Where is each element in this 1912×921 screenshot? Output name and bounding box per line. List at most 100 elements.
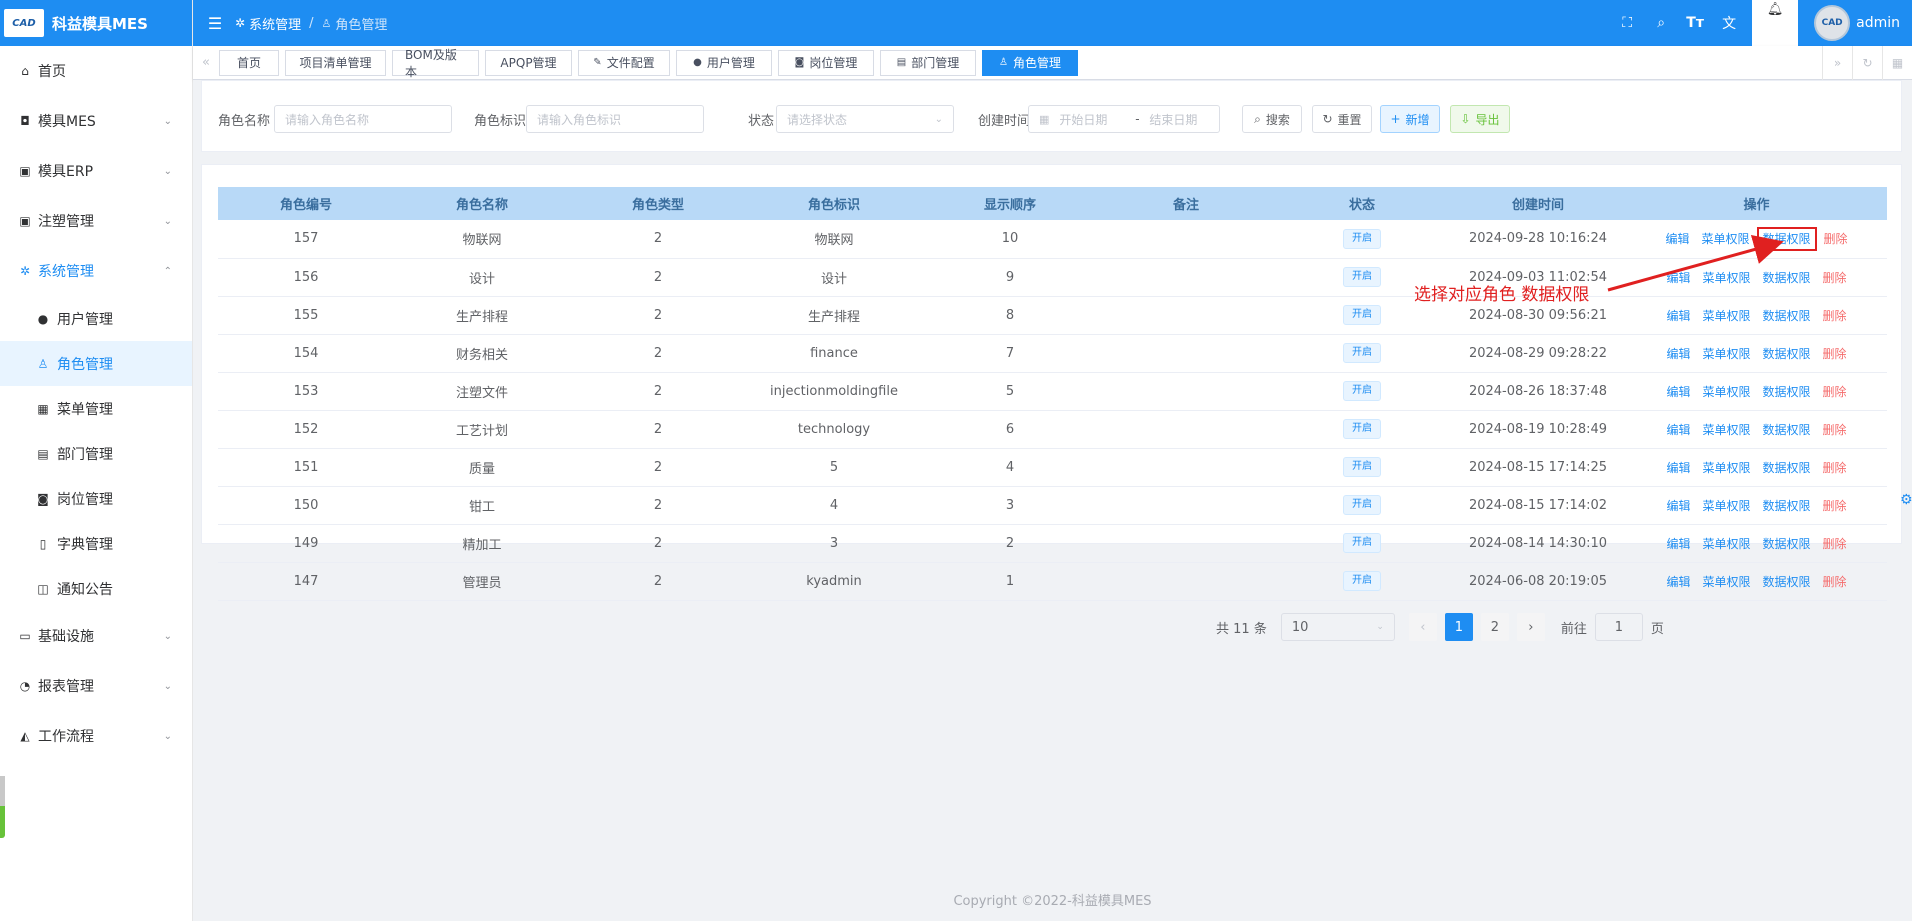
translate-icon[interactable]: 文 <box>1712 13 1746 33</box>
next-page-button[interactable]: › <box>1516 613 1545 641</box>
menu-permission-link[interactable]: 菜单权限 <box>1702 461 1750 475</box>
sidebar-item-injection[interactable]: ▣ 注塑管理 ⌄ <box>0 196 192 246</box>
sidebar-subitem-users[interactable]: ● 用户管理 <box>0 296 192 341</box>
tag-label: 文件配置 <box>606 56 655 70</box>
sidebar-item-reports[interactable]: ◔ 报表管理 ⌄ <box>0 661 192 711</box>
sidebar-item-mold-mes[interactable]: ◘ 模具MES ⌄ <box>0 96 192 146</box>
data-permission-link[interactable]: 数据权限 <box>1756 227 1817 252</box>
sidebar-subitem-roles[interactable]: ♙ 角色管理 <box>0 341 192 386</box>
goto-page-input[interactable]: 1 <box>1594 613 1643 641</box>
font-size-icon[interactable]: Tт <box>1678 15 1712 31</box>
hamburger-icon[interactable]: ☰ <box>205 13 225 33</box>
app-logo[interactable]: CAD 科益模具MES <box>0 0 192 46</box>
page-1-button[interactable]: 1 <box>1444 613 1473 641</box>
side-scroll-handle[interactable] <box>0 776 5 838</box>
delete-link[interactable]: 删除 <box>1823 423 1847 437</box>
delete-link[interactable]: 删除 <box>1823 499 1847 513</box>
status-select[interactable]: 请选择状态 ⌄ <box>776 105 954 133</box>
delete-link[interactable]: 删除 <box>1823 537 1847 551</box>
cell-role-type: 2 <box>570 486 746 525</box>
sidebar-item-mold-erp[interactable]: ▣ 模具ERP ⌄ <box>0 146 192 196</box>
data-permission-link[interactable]: 数据权限 <box>1763 461 1811 475</box>
data-permission-link[interactable]: 数据权限 <box>1763 385 1811 399</box>
tag-file-config[interactable]: ✎ 文件配置 <box>578 49 670 76</box>
edit-link[interactable]: 编辑 <box>1666 385 1690 399</box>
reset-button[interactable]: ↻ 重置 <box>1312 105 1372 133</box>
breadcrumb-parent[interactable]: 系统管理 <box>249 14 301 33</box>
menu-permission-link[interactable]: 菜单权限 <box>1702 271 1750 285</box>
data-permission-link[interactable]: 数据权限 <box>1763 423 1811 437</box>
sidebar-subitem-depts[interactable]: ▤ 部门管理 <box>0 431 192 476</box>
page-number: 2 <box>1490 619 1499 635</box>
delete-link[interactable]: 删除 <box>1823 385 1847 399</box>
tag-bom[interactable]: BOM及版本 <box>392 48 479 79</box>
data-permission-link[interactable]: 数据权限 <box>1763 537 1811 551</box>
edit-link[interactable]: 编辑 <box>1666 537 1690 551</box>
data-permission-link[interactable]: 数据权限 <box>1763 499 1811 513</box>
tags-menu-icon[interactable]: ▦ <box>1882 46 1912 80</box>
menu-permission-link[interactable]: 菜单权限 <box>1702 347 1750 361</box>
sidebar-item-workflow[interactable]: ◭ 工作流程 ⌄ <box>0 711 192 761</box>
delete-link[interactable]: 删除 <box>1824 232 1848 246</box>
edit-link[interactable]: 编辑 <box>1666 347 1690 361</box>
date-range-picker[interactable]: ▦ 开始日期 - 结束日期 <box>1028 105 1220 133</box>
edit-link[interactable]: 编辑 <box>1666 461 1690 475</box>
menu-permission-link[interactable]: 菜单权限 <box>1702 309 1750 323</box>
delete-link[interactable]: 删除 <box>1823 575 1847 589</box>
sidebar-item-home[interactable]: ⌂ 首页 <box>0 46 192 96</box>
menu-permission-link[interactable]: 菜单权限 <box>1702 423 1750 437</box>
menu-permission-link[interactable]: 菜单权限 <box>1702 385 1750 399</box>
page-2-button[interactable]: 2 <box>1480 613 1509 641</box>
menu-permission-link[interactable]: 菜单权限 <box>1702 499 1750 513</box>
search-button[interactable]: ⌕ 搜索 <box>1242 105 1302 133</box>
role-key-input[interactable]: 请输入角色标识 <box>526 105 704 133</box>
edit-link[interactable]: 编辑 <box>1665 232 1689 246</box>
tag-users[interactable]: ● 用户管理 <box>676 49 772 76</box>
tags-scroll-right-icon[interactable]: » <box>1822 46 1852 80</box>
tag-roles[interactable]: ♙ 角色管理 <box>982 49 1078 76</box>
cell-role-name: 物联网 <box>394 220 570 259</box>
tag-label: 岗位管理 <box>809 56 858 70</box>
edit-link[interactable]: 编辑 <box>1666 575 1690 589</box>
tag-apqp[interactable]: APQP管理 <box>485 49 572 76</box>
edit-link[interactable]: 编辑 <box>1666 423 1690 437</box>
tag-posts[interactable]: ◙ 岗位管理 <box>778 49 874 76</box>
delete-link[interactable]: 删除 <box>1823 347 1847 361</box>
data-permission-link[interactable]: 数据权限 <box>1763 347 1811 361</box>
edit-link[interactable]: 编辑 <box>1666 499 1690 513</box>
sidebar-subitem-menus[interactable]: ▦ 菜单管理 <box>0 386 192 431</box>
page-size-select[interactable]: 10 ⌄ <box>1280 613 1395 641</box>
menu-permission-link[interactable]: 菜单权限 <box>1702 537 1750 551</box>
edit-link[interactable]: 编辑 <box>1666 309 1690 323</box>
add-button[interactable]: + 新增 <box>1380 105 1440 133</box>
data-permission-link[interactable]: 数据权限 <box>1763 271 1811 285</box>
cell-remark <box>1098 258 1274 297</box>
sidebar-item-system[interactable]: ✲ 系统管理 ⌃ <box>0 246 192 296</box>
menu-permission-link[interactable]: 菜单权限 <box>1701 232 1749 246</box>
prev-page-button[interactable]: ‹ <box>1408 613 1437 641</box>
menu-permission-link[interactable]: 菜单权限 <box>1702 575 1750 589</box>
settings-gear-icon[interactable]: ⚙ <box>1900 492 1912 510</box>
data-permission-link[interactable]: 数据权限 <box>1763 309 1811 323</box>
fullscreen-icon[interactable]: ⛶ <box>1610 15 1644 31</box>
tag-project-list[interactable]: 项目清单管理 <box>285 49 386 76</box>
sidebar-subitem-notices[interactable]: ◫ 通知公告 <box>0 566 192 611</box>
data-permission-link[interactable]: 数据权限 <box>1763 575 1811 589</box>
delete-link[interactable]: 删除 <box>1823 271 1847 285</box>
role-name-input[interactable]: 请输入角色名称 <box>274 105 452 133</box>
delete-link[interactable]: 删除 <box>1823 309 1847 323</box>
edit-link[interactable]: 编辑 <box>1666 271 1690 285</box>
export-button[interactable]: ⇩ 导出 <box>1450 105 1510 133</box>
tag-home[interactable]: 首页 <box>219 49 279 76</box>
sidebar-subitem-posts[interactable]: ◙ 岗位管理 <box>0 476 192 521</box>
sidebar-item-infra[interactable]: ▭ 基础设施 ⌄ <box>0 611 192 661</box>
tags-scroll-left-icon[interactable]: « <box>193 46 219 80</box>
tag-depts[interactable]: ▤ 部门管理 <box>880 49 976 76</box>
user-menu[interactable]: CAD admin <box>1798 5 1912 41</box>
bell-icon[interactable]: 🔔︎ <box>1752 0 1799 46</box>
refresh-icon[interactable]: ↻ <box>1852 46 1882 80</box>
delete-link[interactable]: 删除 <box>1823 461 1847 475</box>
sidebar-subitem-dicts[interactable]: ▯ 字典管理 <box>0 521 192 566</box>
cell-remark <box>1098 486 1274 525</box>
search-icon[interactable]: ⌕ <box>1644 15 1678 31</box>
